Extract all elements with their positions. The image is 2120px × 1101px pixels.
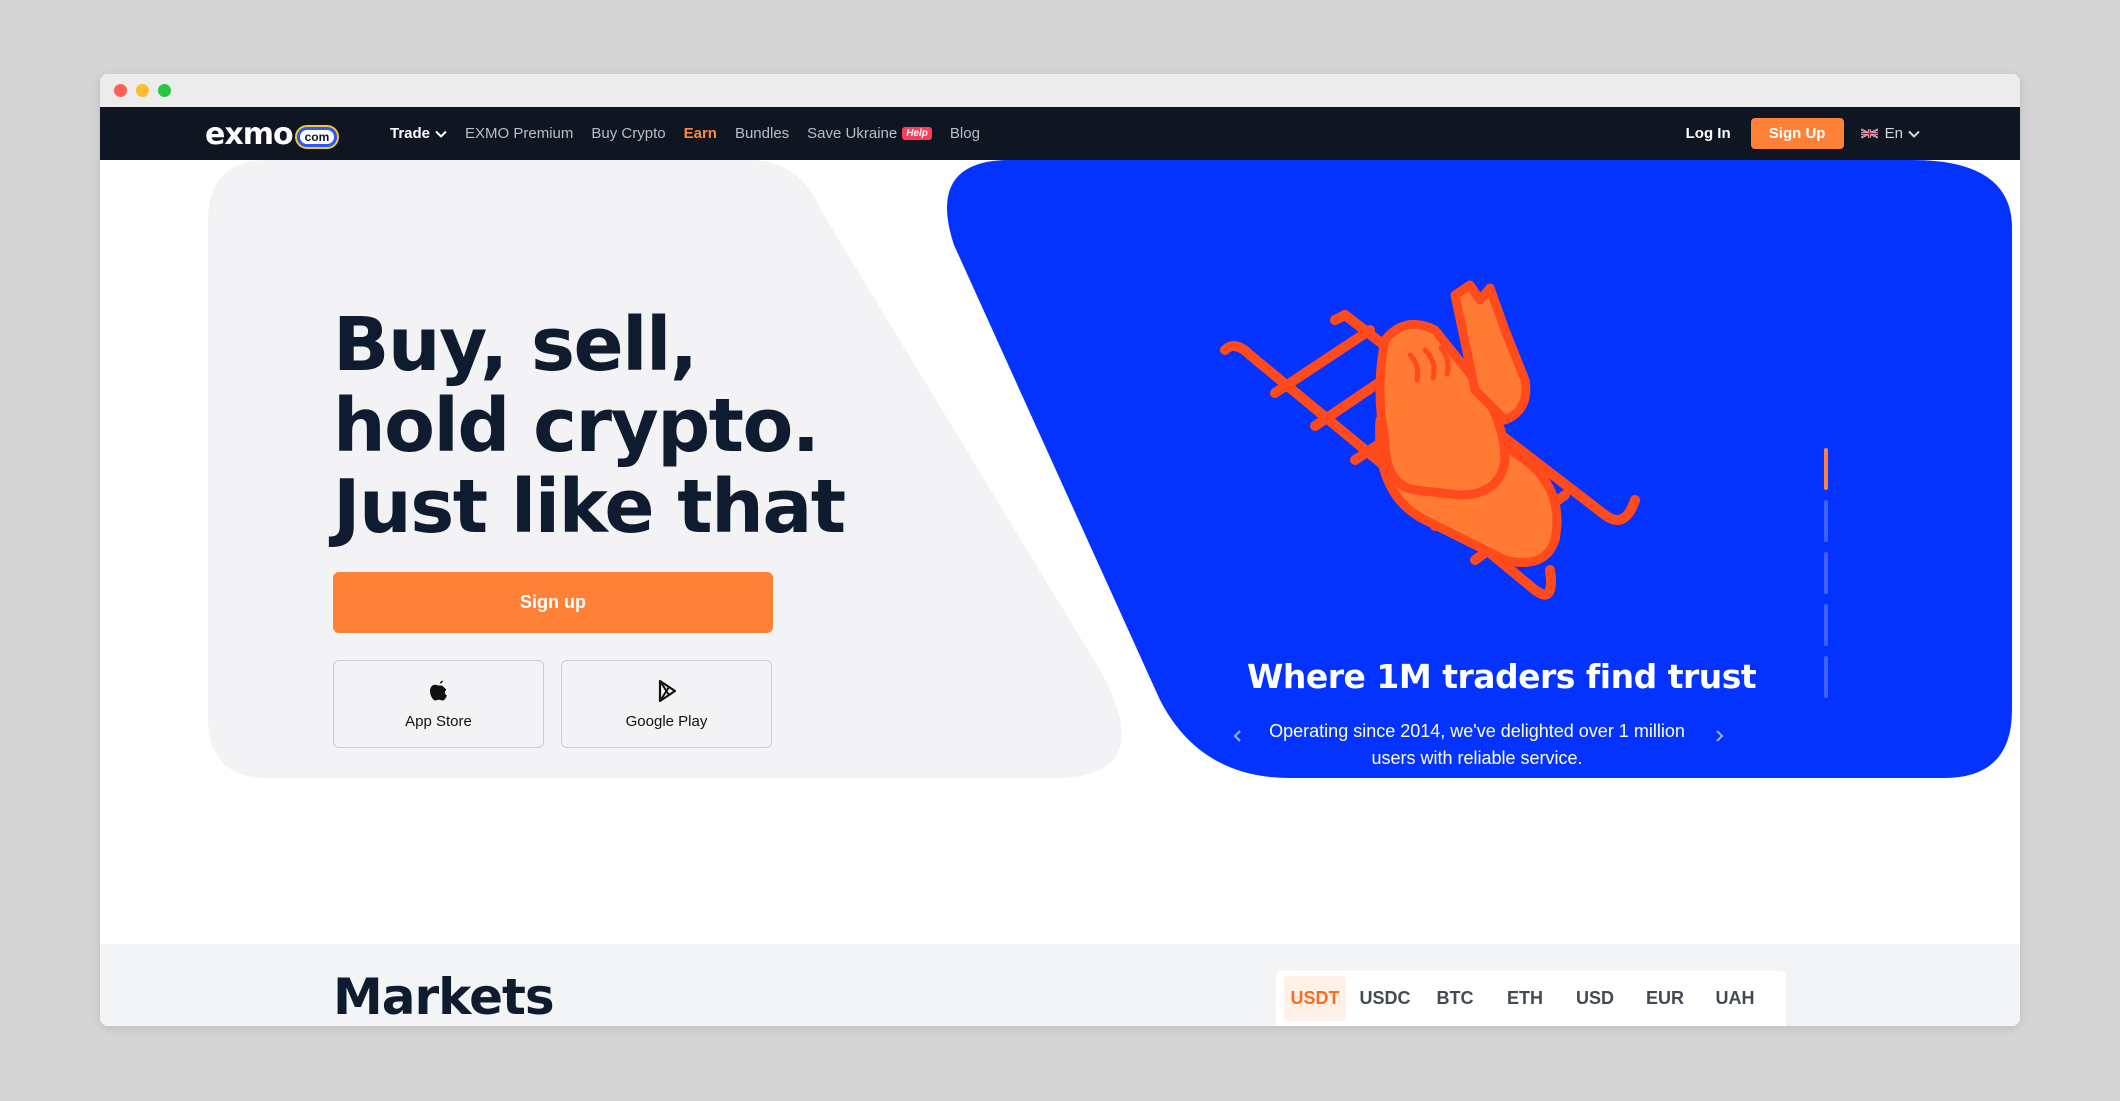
nav-item-label: Buy Crypto: [591, 125, 666, 142]
app-store-button[interactable]: App Store: [333, 660, 544, 748]
slide-indicator[interactable]: [1824, 552, 1828, 594]
top-navigation: exmo com Trade EXMO Premium Buy Crypto E…: [100, 107, 2020, 160]
chevron-down-icon: [435, 130, 447, 138]
nav-item-label: Bundles: [734, 125, 790, 142]
apple-icon: [429, 680, 447, 700]
nav-item-trade[interactable]: Trade: [390, 125, 447, 142]
tab-uah[interactable]: UAH: [1704, 976, 1766, 1021]
login-button[interactable]: Log In: [1686, 125, 1731, 142]
language-selector[interactable]: En: [1860, 125, 1920, 142]
tab-usdt[interactable]: USDT: [1284, 976, 1346, 1021]
minimize-window-button[interactable]: [136, 84, 149, 97]
nav-item-label: Blog: [949, 125, 980, 142]
tab-eur[interactable]: EUR: [1634, 976, 1696, 1021]
nav-item-blog[interactable]: Blog: [950, 125, 980, 142]
google-play-label: Google Play: [625, 712, 708, 730]
tab-btc[interactable]: BTC: [1424, 976, 1486, 1021]
nav-item-save-ukraine[interactable]: Save Ukraine Help: [807, 125, 932, 142]
tab-eth[interactable]: ETH: [1494, 976, 1556, 1021]
slide-progress: [1824, 448, 1828, 708]
slide-description: Operating since 2014, we've delighted ov…: [1269, 721, 1685, 768]
slide-title: Where 1M traders find trust: [1247, 657, 1757, 696]
nav-actions: Log In Sign Up En: [1686, 107, 1920, 160]
nav-item-label: Earn: [683, 125, 717, 142]
help-badge: Help: [902, 127, 932, 140]
slide-indicator[interactable]: [1824, 604, 1828, 646]
hero-section: Buy, sell, hold crypto. Just like that S…: [100, 160, 2020, 778]
slide-indicator[interactable]: [1824, 656, 1828, 698]
nav-item-label: EXMO Premium: [465, 125, 574, 142]
tab-usdc[interactable]: USDC: [1354, 976, 1416, 1021]
markets-section: Markets USDT USDC BTC ETH USD EUR UAH: [100, 944, 2020, 1026]
logo-wordmark: exmo: [205, 117, 294, 152]
exmo-logo[interactable]: exmo com: [205, 117, 340, 152]
chevron-down-icon: [1908, 130, 1920, 138]
currency-tabs: USDT USDC BTC ETH USD EUR UAH: [1276, 971, 1786, 1026]
nav-item-bundles[interactable]: Bundles: [735, 125, 789, 142]
sled-illustration: [1220, 280, 1640, 600]
slide-indicator[interactable]: [1824, 448, 1828, 490]
hero-headline-line: Buy, sell,: [333, 302, 698, 388]
nav-item-earn[interactable]: Earn: [684, 125, 717, 142]
google-play-button[interactable]: Google Play: [561, 660, 772, 748]
nav-item-buy-crypto[interactable]: Buy Crypto: [591, 125, 665, 142]
nav-item-label: Trade: [390, 125, 431, 142]
nav-item-exmo-premium[interactable]: EXMO Premium: [465, 125, 573, 142]
browser-window: exmo com Trade EXMO Premium Buy Crypto E…: [100, 74, 2020, 1026]
signup-button[interactable]: Sign Up: [1750, 118, 1844, 149]
maximize-window-button[interactable]: [158, 84, 171, 97]
nav-item-label: Save Ukraine: [807, 125, 898, 142]
slide-indicator[interactable]: [1824, 500, 1828, 542]
uk-flag-icon: [1860, 128, 1878, 139]
chevron-left-icon[interactable]: [1230, 728, 1246, 744]
language-label: En: [1884, 125, 1903, 142]
window-titlebar: [100, 74, 2020, 107]
markets-title: Markets: [333, 968, 555, 1026]
google-play-icon: [658, 679, 676, 702]
logo-badge: com: [294, 125, 340, 149]
close-window-button[interactable]: [114, 84, 127, 97]
nav-links: Trade EXMO Premium Buy Crypto Earn Bundl…: [390, 107, 998, 160]
hero-signup-button[interactable]: Sign up: [333, 572, 773, 633]
hero-headline-line: Just like that: [333, 464, 846, 550]
hero-headline-line: hold crypto.: [333, 383, 820, 469]
hero-headline: Buy, sell, hold crypto. Just like that: [333, 302, 846, 550]
tab-usd[interactable]: USD: [1564, 976, 1626, 1021]
chevron-right-icon[interactable]: [1711, 728, 1727, 744]
app-store-label: App Store: [405, 712, 472, 730]
